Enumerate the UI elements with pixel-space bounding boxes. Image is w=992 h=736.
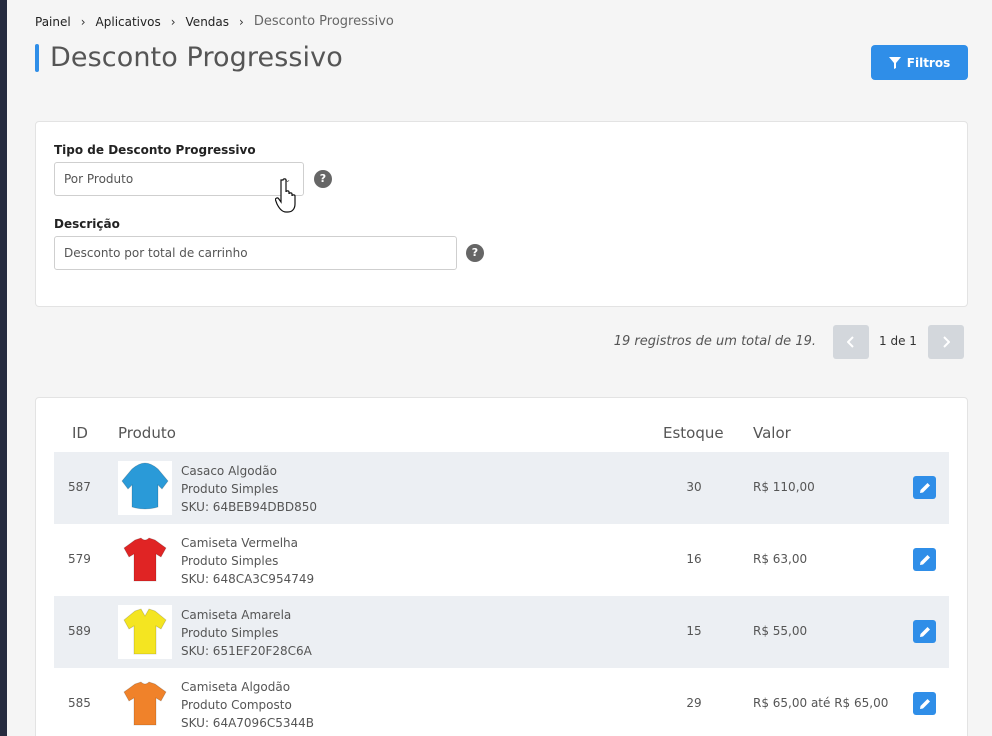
help-icon[interactable]: ? — [466, 244, 484, 262]
products-table: ID Produto Estoque Valor 587 Casaco Algo… — [35, 397, 968, 736]
row-stock: 16 — [686, 552, 702, 566]
hand-pointer-icon — [275, 178, 296, 213]
shirt-icon — [123, 681, 167, 726]
product-info: Camiseta Amarela Produto Simples SKU: 65… — [181, 606, 312, 660]
filters-button[interactable]: Filtros — [871, 45, 968, 80]
product-info: Camiseta Vermelha Produto Simples SKU: 6… — [181, 534, 314, 588]
breadcrumb: Painel › Aplicativos › Vendas › Desconto… — [35, 14, 394, 29]
shirt-icon — [123, 608, 167, 655]
product-name[interactable]: Camiseta Algodão — [181, 678, 314, 696]
shirt-icon — [123, 537, 167, 582]
row-id: 587 — [68, 480, 91, 494]
column-header-product: Produto — [118, 424, 176, 442]
column-header-value: Valor — [753, 424, 791, 442]
help-icon[interactable]: ? — [314, 170, 332, 188]
description-value: Desconto por total de carrinho — [64, 246, 248, 260]
row-value: R$ 65,00 até R$ 65,00 — [753, 696, 889, 710]
funnel-icon — [888, 56, 901, 69]
breadcrumb-current: Desconto Progressivo — [253, 14, 394, 29]
discount-type-value: Por Produto — [64, 172, 134, 186]
row-id: 579 — [68, 552, 91, 566]
next-page-button[interactable] — [928, 325, 964, 359]
pencil-icon — [919, 554, 930, 565]
chevron-left-icon — [847, 336, 854, 348]
row-id: 589 — [68, 624, 91, 638]
product-info: Casaco Algodão Produto Simples SKU: 64BE… — [181, 462, 317, 516]
discount-type-label: Tipo de Desconto Progressivo — [54, 143, 256, 157]
pencil-icon — [919, 626, 930, 637]
description-label: Descrição — [54, 217, 120, 231]
pencil-icon — [919, 482, 930, 493]
product-type: Produto Simples — [181, 482, 279, 496]
row-id: 585 — [68, 696, 91, 710]
description-input[interactable]: Desconto por total de carrinho — [54, 236, 457, 270]
edit-button[interactable] — [913, 692, 936, 715]
breadcrumb-item-vendas[interactable]: Vendas — [186, 15, 230, 29]
table-row: 589 Camiseta Amarela Produto Simples SKU… — [54, 596, 949, 668]
product-thumbnail — [118, 533, 172, 587]
page-header: Desconto Progressivo — [35, 42, 343, 73]
product-type: Produto Simples — [181, 554, 279, 568]
prev-page-button[interactable] — [833, 325, 869, 359]
product-thumbnail — [118, 461, 172, 515]
chevron-right-icon: › — [239, 14, 244, 29]
product-sku: SKU: 64A7096C5344B — [181, 716, 314, 730]
table-row: 579 Camiseta Vermelha Produto Simples SK… — [54, 524, 949, 596]
table-row: 587 Casaco Algodão Produto Simples SKU: … — [54, 452, 949, 524]
product-name[interactable]: Casaco Algodão — [181, 462, 317, 480]
page-indicator: 1 de 1 — [879, 334, 917, 348]
product-sku: SKU: 651EF20F28C6A — [181, 644, 312, 658]
pagination-summary: 19 registros de um total de 19. — [613, 334, 816, 349]
product-sku: SKU: 64BEB94DBD850 — [181, 500, 318, 514]
chevron-right-icon — [943, 336, 950, 348]
product-name[interactable]: Camiseta Vermelha — [181, 534, 314, 552]
chevron-right-icon: › — [170, 14, 176, 29]
product-thumbnail — [118, 605, 172, 659]
filter-form-card: Tipo de Desconto Progressivo Por Produto… — [35, 121, 968, 307]
column-header-stock: Estoque — [663, 424, 724, 442]
row-stock: 30 — [686, 480, 702, 494]
page-title: Desconto Progressivo — [50, 42, 343, 73]
row-value: R$ 63,00 — [753, 552, 808, 566]
pencil-icon — [919, 698, 930, 709]
product-type: Produto Composto — [181, 698, 292, 712]
product-name[interactable]: Camiseta Amarela — [181, 606, 312, 624]
filters-button-label: Filtros — [906, 55, 951, 70]
row-value: R$ 110,00 — [753, 480, 815, 494]
edit-button[interactable] — [913, 548, 936, 571]
column-header-id: ID — [72, 424, 88, 442]
title-accent-bar — [35, 43, 39, 72]
product-info: Camiseta Algodão Produto Composto SKU: 6… — [181, 678, 314, 732]
shirt-icon — [121, 462, 169, 510]
sidebar-edge — [0, 0, 7, 736]
product-type: Produto Simples — [181, 626, 279, 640]
row-stock: 15 — [686, 624, 702, 638]
product-thumbnail — [118, 677, 172, 731]
breadcrumb-item-aplicativos[interactable]: Aplicativos — [96, 15, 161, 29]
table-row: 585 Camiseta Algodão Produto Composto SK… — [54, 668, 949, 736]
row-value: R$ 55,00 — [753, 624, 808, 638]
edit-button[interactable] — [913, 620, 936, 643]
chevron-right-icon: › — [80, 14, 86, 29]
edit-button[interactable] — [913, 476, 936, 499]
row-stock: 29 — [686, 696, 702, 710]
breadcrumb-item-painel[interactable]: Painel — [35, 15, 71, 29]
discount-type-select[interactable]: Por Produto ⌄ — [54, 162, 304, 196]
product-sku: SKU: 648CA3C954749 — [181, 572, 315, 586]
